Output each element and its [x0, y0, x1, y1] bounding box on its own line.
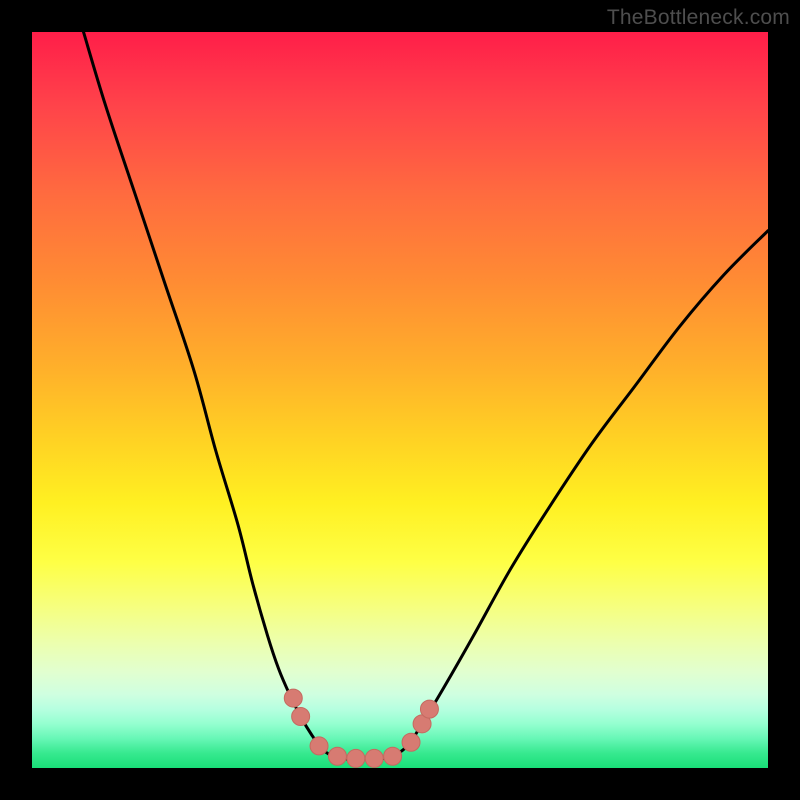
valley-marker-dot — [347, 749, 365, 767]
watermark-text: TheBottleneck.com — [607, 6, 790, 30]
valley-marker-dot — [420, 700, 438, 718]
valley-marker-dot — [328, 747, 346, 765]
valley-curve-path — [84, 32, 768, 759]
valley-marker-dot — [402, 733, 420, 751]
chart-frame: TheBottleneck.com — [0, 0, 800, 800]
bottleneck-curve — [32, 32, 768, 768]
valley-marker-dot — [310, 737, 328, 755]
valley-marker-dot — [365, 749, 383, 767]
plot-area — [32, 32, 768, 768]
valley-marker-dot — [292, 707, 310, 725]
valley-marker-dot — [284, 689, 302, 707]
valley-marker-dot — [384, 747, 402, 765]
